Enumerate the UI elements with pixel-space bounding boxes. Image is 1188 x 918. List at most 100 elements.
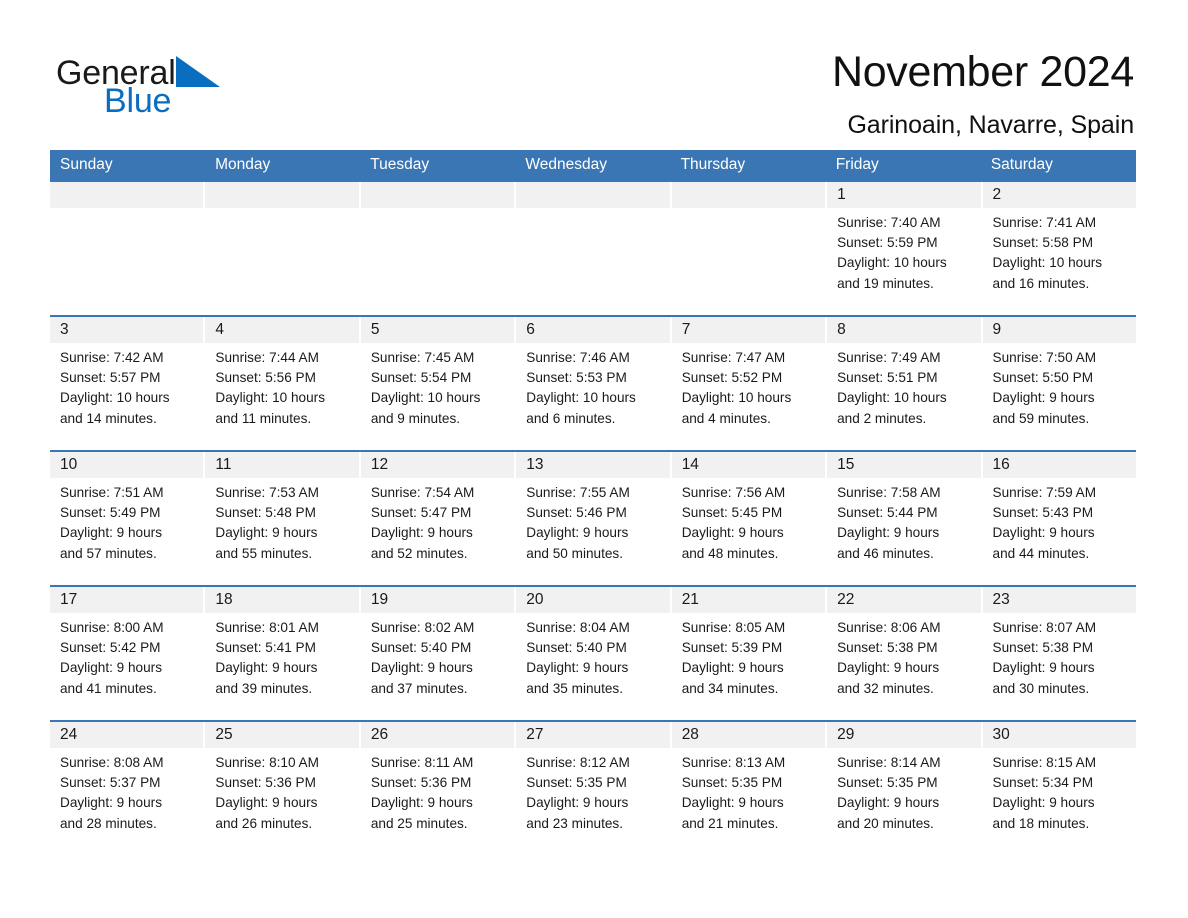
day-cell[interactable]: 22 Sunrise: 8:06 AM Sunset: 5:38 PM Dayligh…	[827, 587, 983, 720]
day-detail-sunset: Sunset: 5:57 PM	[60, 370, 161, 386]
day-cell[interactable]: 2 Sunrise: 7:41 AM Sunset: 5:58 PM Daylight…	[982, 182, 1136, 315]
day-details: Sunrise: 8:02 AM Sunset: 5:40 PM Daylight:…	[361, 613, 514, 699]
day-detail-sunset: Sunset: 5:38 PM	[837, 640, 938, 656]
day-detail-daylight-line2: and 18 minutes.	[992, 815, 1090, 831]
day-cell[interactable]: 8 Sunrise: 7:49 AM Sunset: 5:51 PM Daylight…	[827, 317, 983, 450]
day-cell[interactable]: 7 Sunrise: 7:47 AM Sunset: 5:52 PM Daylight…	[671, 317, 828, 450]
day-detail-daylight-line1: Daylight: 10 hours	[60, 390, 170, 406]
day-cell[interactable]: 6 Sunrise: 7:46 AM Sunset: 5:53 PM Daylight…	[516, 317, 672, 450]
day-detail-sunset: Sunset: 5:38 PM	[992, 640, 1094, 656]
day-cell[interactable]: 10 Sunrise: 7:51 AM Sunset: 5:49 PM Dayligh…	[50, 452, 206, 585]
day-detail-daylight-line2: and 20 minutes.	[837, 815, 934, 831]
day-cell[interactable]: 21 Sunrise: 8:05 AM Sunset: 5:39 PM Dayligh…	[671, 587, 828, 720]
day-cell[interactable]: 4 Sunrise: 7:44 AM Sunset: 5:56 PM Daylight…	[205, 317, 361, 450]
weekday-header-tuesday: Tuesday	[370, 156, 430, 173]
day-detail-sunset: Sunset: 5:35 PM	[681, 775, 783, 791]
day-details: Sunrise: 8:08 AM Sunset: 5:37 PM Daylight:…	[50, 748, 203, 834]
day-details: Sunrise: 8:11 AM Sunset: 5:36 PM Daylight:…	[361, 748, 514, 834]
day-cell[interactable]: 26 Sunrise: 8:11 AM Sunset: 5:36 PM Dayligh…	[360, 722, 517, 855]
day-cell[interactable]: 18 Sunrise: 8:01 AM Sunset: 5:41 PM Dayligh…	[205, 587, 361, 720]
day-details: Sunrise: 8:07 AM Sunset: 5:38 PM Daylight:…	[983, 613, 1136, 699]
day-detail-sunrise: Sunrise: 7:51 AM	[60, 485, 164, 500]
day-detail-daylight-line2: and 39 minutes.	[215, 680, 313, 696]
day-detail-daylight-line2: and 30 minutes.	[992, 680, 1090, 696]
day-detail-daylight-line2: and 46 minutes.	[837, 545, 934, 561]
week-row: 10 Sunrise: 7:51 AM Sunset: 5:49 PM Dayligh…	[50, 450, 1136, 585]
weekday-header-monday: Monday	[215, 156, 271, 173]
day-number: 2	[982, 182, 1136, 208]
day-details: Sunrise: 7:58 AM Sunset: 5:44 PM Daylight:…	[827, 478, 980, 564]
day-number: 21	[671, 587, 826, 613]
day-details: Sunrise: 7:51 AM Sunset: 5:49 PM Daylight:…	[50, 478, 203, 564]
day-detail-daylight-line2: and 25 minutes.	[370, 815, 468, 831]
day-details: Sunrise: 7:44 AM Sunset: 5:56 PM Daylight:…	[205, 343, 358, 429]
day-cell[interactable]: 24 Sunrise: 8:08 AM Sunset: 5:37 PM Dayligh…	[50, 722, 206, 855]
day-detail-daylight-line1: Daylight: 10 hours	[370, 390, 481, 406]
day-cell[interactable]: 27 Sunrise: 8:12 AM Sunset: 5:35 PM Dayligh…	[516, 722, 672, 855]
day-details: Sunrise: 7:53 AM Sunset: 5:48 PM Daylight:…	[205, 478, 358, 564]
day-cell[interactable]: 12 Sunrise: 7:54 AM Sunset: 5:47 PM Dayligh…	[360, 452, 517, 585]
day-detail-sunset: Sunset: 5:44 PM	[837, 505, 938, 521]
day-cell[interactable]: 16 Sunrise: 7:59 AM Sunset: 5:43 PM Dayligh…	[982, 452, 1136, 585]
day-cell[interactable]: 17 Sunrise: 8:00 AM Sunset: 5:42 PM Dayligh…	[50, 587, 206, 720]
day-details: Sunrise: 8:14 AM Sunset: 5:35 PM Daylight:…	[827, 748, 980, 834]
day-cell[interactable]: 3 Sunrise: 7:42 AM Sunset: 5:57 PM Daylight…	[50, 317, 206, 450]
day-number: 29	[827, 722, 981, 748]
day-cell[interactable]: 20 Sunrise: 8:04 AM Sunset: 5:40 PM Dayligh…	[516, 587, 672, 720]
day-detail-daylight-line1: Daylight: 9 hours	[370, 795, 473, 811]
day-details: Sunrise: 7:50 AM Sunset: 5:50 PM Daylight:…	[983, 343, 1136, 429]
day-detail-sunset: Sunset: 5:54 PM	[370, 370, 472, 386]
day-detail-daylight-line1: Daylight: 9 hours	[215, 660, 318, 676]
day-detail-sunrise: Sunrise: 8:14 AM	[837, 755, 941, 770]
day-detail-sunrise: Sunrise: 8:06 AM	[837, 620, 941, 635]
day-cell[interactable]: 1 Sunrise: 7:40 AM Sunset: 5:59 PM Daylight…	[827, 182, 983, 315]
day-details: Sunrise: 7:56 AM Sunset: 5:45 PM Daylight:…	[672, 478, 825, 564]
day-number: 11	[205, 452, 359, 478]
day-detail-daylight-line2: and 4 minutes.	[681, 410, 771, 426]
day-detail-sunset: Sunset: 5:41 PM	[215, 640, 316, 656]
day-details: Sunrise: 8:12 AM Sunset: 5:35 PM Daylight:…	[516, 748, 669, 834]
day-details: Sunrise: 7:49 AM Sunset: 5:51 PM Daylight:…	[827, 343, 980, 429]
day-detail-sunrise: Sunrise: 8:01 AM	[215, 620, 319, 635]
week-row: 3 Sunrise: 7:42 AM Sunset: 5:57 PM Daylight…	[50, 315, 1136, 450]
day-number: 7	[671, 317, 826, 343]
day-cell[interactable]: 15 Sunrise: 7:58 AM Sunset: 5:44 PM Dayligh…	[827, 452, 983, 585]
day-number	[671, 182, 826, 208]
day-number: 16	[982, 452, 1136, 478]
day-cell-empty	[516, 182, 672, 315]
day-cell[interactable]: 19 Sunrise: 8:02 AM Sunset: 5:40 PM Dayligh…	[360, 587, 517, 720]
day-cell[interactable]: 13 Sunrise: 7:55 AM Sunset: 5:46 PM Dayligh…	[516, 452, 672, 585]
day-cell[interactable]: 23 Sunrise: 8:07 AM Sunset: 5:38 PM Dayligh…	[982, 587, 1136, 720]
day-detail-sunset: Sunset: 5:40 PM	[370, 640, 472, 656]
day-detail-daylight-line2: and 55 minutes.	[215, 545, 313, 561]
day-detail-sunset: Sunset: 5:49 PM	[60, 505, 161, 521]
day-detail-daylight-line2: and 2 minutes.	[837, 410, 927, 426]
day-detail-sunset: Sunset: 5:48 PM	[215, 505, 316, 521]
day-detail-daylight-line1: Daylight: 9 hours	[370, 525, 473, 541]
day-detail-sunset: Sunset: 5:40 PM	[526, 640, 627, 656]
day-detail-sunset: Sunset: 5:37 PM	[60, 775, 161, 791]
day-detail-daylight-line1: Daylight: 10 hours	[992, 255, 1103, 271]
day-cell[interactable]: 28 Sunrise: 8:13 AM Sunset: 5:35 PM Dayligh…	[671, 722, 828, 855]
day-detail-daylight-line1: Daylight: 9 hours	[215, 795, 318, 811]
day-detail-daylight-line1: Daylight: 9 hours	[60, 525, 163, 541]
day-cell[interactable]: 30 Sunrise: 8:15 AM Sunset: 5:34 PM Dayligh…	[982, 722, 1136, 855]
day-detail-daylight-line2: and 37 minutes.	[370, 680, 468, 696]
brand-logo[interactable]: General Blue	[56, 44, 356, 118]
weekday-header-wednesday: Wednesday	[525, 156, 607, 173]
day-cell[interactable]: 5 Sunrise: 7:45 AM Sunset: 5:54 PM Daylight…	[360, 317, 517, 450]
day-cell[interactable]: 14 Sunrise: 7:56 AM Sunset: 5:45 PM Dayligh…	[671, 452, 828, 585]
day-detail-daylight-line1: Daylight: 10 hours	[681, 390, 792, 406]
day-number: 26	[360, 722, 515, 748]
day-cell[interactable]: 29 Sunrise: 8:14 AM Sunset: 5:35 PM Dayligh…	[827, 722, 983, 855]
day-detail-daylight-line1: Daylight: 10 hours	[526, 390, 636, 406]
day-number: 30	[982, 722, 1136, 748]
day-detail-daylight-line1: Daylight: 10 hours	[837, 255, 947, 271]
day-cell[interactable]: 25 Sunrise: 8:10 AM Sunset: 5:36 PM Dayligh…	[205, 722, 361, 855]
day-detail-daylight-line2: and 26 minutes.	[215, 815, 313, 831]
day-detail-daylight-line1: Daylight: 9 hours	[370, 660, 473, 676]
calendar-table: Sunday Monday Tuesday Wednesday Thursday Frid…	[50, 150, 1136, 855]
day-cell[interactable]: 9 Sunrise: 7:50 AM Sunset: 5:50 PM Daylight…	[982, 317, 1136, 450]
day-cell[interactable]: 11 Sunrise: 7:53 AM Sunset: 5:48 PM Dayligh…	[205, 452, 361, 585]
day-detail-daylight-line2: and 34 minutes.	[681, 680, 779, 696]
